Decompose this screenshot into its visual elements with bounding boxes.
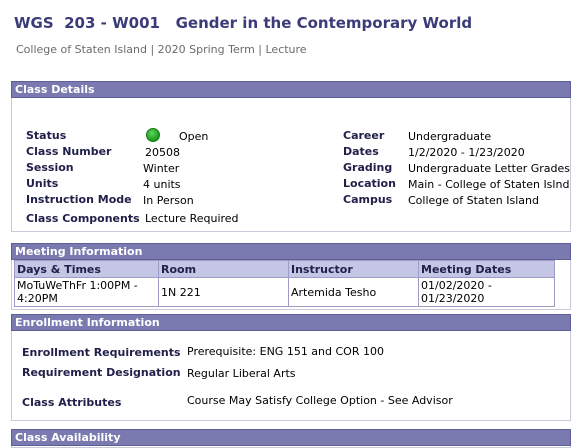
column-header-meeting-dates: Meeting Dates xyxy=(418,260,555,278)
location-value: Main - College of Staten Islnd xyxy=(408,178,570,191)
class-components-value: Lecture Required xyxy=(145,212,239,225)
session-value: Winter xyxy=(143,162,180,175)
career-label: Career xyxy=(343,129,385,142)
campus-label: Campus xyxy=(343,193,393,206)
grading-label: Grading xyxy=(343,161,393,174)
page-title: WGS 203 - W001 Gender in the Contemporar… xyxy=(14,14,473,32)
class-components-label: Class Components xyxy=(26,212,140,225)
meeting-table-header-row: Days & Times Room Instructor Meeting Dat… xyxy=(14,260,555,278)
meeting-information-header: Meeting Information xyxy=(11,243,571,260)
status-label: Status xyxy=(26,129,67,142)
room-cell: 1N 221 xyxy=(158,277,289,307)
campus-value: College of Staten Island xyxy=(408,194,539,207)
session-label: Session xyxy=(26,161,74,174)
dates-label: Dates xyxy=(343,145,379,158)
requirement-designation-value: Regular Liberal Arts xyxy=(187,367,296,380)
column-header-days-times: Days & Times xyxy=(14,260,159,278)
class-number-value: 20508 xyxy=(145,146,180,159)
status-open-icon xyxy=(146,128,160,142)
column-header-room: Room xyxy=(158,260,289,278)
location-label: Location xyxy=(343,177,396,190)
units-value: 4 units xyxy=(143,178,181,191)
class-availability-header: Class Availability xyxy=(11,429,571,446)
enrollment-requirements-label: Enrollment Requirements xyxy=(22,346,181,359)
column-header-instructor: Instructor xyxy=(288,260,419,278)
enrollment-information-header: Enrollment Information xyxy=(11,314,571,331)
meeting-table: Days & Times Room Instructor Meeting Dat… xyxy=(14,260,555,307)
career-value: Undergraduate xyxy=(408,130,492,143)
grading-value: Undergraduate Letter Grades xyxy=(408,162,571,175)
units-label: Units xyxy=(26,177,59,190)
meeting-dates-cell: 01/02/2020 - 01/23/2020 xyxy=(418,277,555,307)
class-attributes-value: Course May Satisfy College Option - See … xyxy=(187,394,453,407)
page-subtitle: College of Staten Island | 2020 Spring T… xyxy=(16,43,307,56)
status-value: Open xyxy=(179,130,209,143)
instruction-mode-value: In Person xyxy=(143,194,194,207)
class-attributes-label: Class Attributes xyxy=(22,396,122,409)
dates-value: 1/2/2020 - 1/23/2020 xyxy=(408,146,525,159)
instruction-mode-label: Instruction Mode xyxy=(26,193,132,206)
class-details-header: Class Details xyxy=(11,81,571,98)
days-times-cell: MoTuWeThFr 1:00PM - 4:20PM xyxy=(14,277,159,307)
table-row: MoTuWeThFr 1:00PM - 4:20PM 1N 221 Artemi… xyxy=(14,277,555,307)
class-number-label: Class Number xyxy=(26,145,112,158)
requirement-designation-label: Requirement Designation xyxy=(22,366,181,379)
enrollment-requirements-value: Prerequisite: ENG 151 and COR 100 xyxy=(187,345,384,358)
instructor-cell: Artemida Tesho xyxy=(288,277,419,307)
